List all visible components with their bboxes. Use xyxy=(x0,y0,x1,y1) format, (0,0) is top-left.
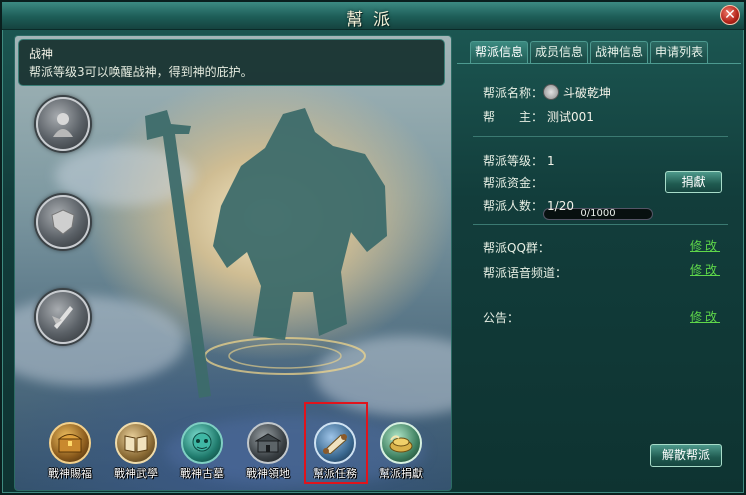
guild-leader-row: 帮 主： 测试001 xyxy=(483,108,594,125)
divider xyxy=(473,136,728,137)
war-god-martial-button[interactable]: 戰神武學 xyxy=(108,422,164,480)
guild-leader-label: 帮 主： xyxy=(483,110,544,124)
guild-level-row: 帮派等级： 1 xyxy=(483,152,555,169)
war-god-tomb-button[interactable]: 戰神古墓 xyxy=(174,422,230,480)
tomb-icon xyxy=(181,422,223,464)
donation-icon xyxy=(380,422,422,464)
donate-button[interactable]: 捐獻 xyxy=(665,171,722,193)
territory-icon xyxy=(247,422,289,464)
title-bar: 幫派 ✕ xyxy=(2,2,744,30)
selection-highlight xyxy=(304,402,368,484)
warrior-portrait-button[interactable] xyxy=(36,97,90,151)
tab-guild-info[interactable]: 帮派信息 xyxy=(470,41,529,63)
tab-application-list[interactable]: 申请列表 xyxy=(650,41,709,63)
bottom-icon-label: 戰神賜福 xyxy=(48,467,92,480)
bottom-icon-label: 戰神武學 xyxy=(114,467,158,480)
tab-war-god-info[interactable]: 战神信息 xyxy=(590,41,649,63)
war-god-blessing-button[interactable]: 戰神賜福 xyxy=(42,422,98,480)
guild-funds-row: 帮派资金： xyxy=(483,174,543,191)
blade-emblem-icon xyxy=(52,306,73,329)
shield-emblem-button[interactable] xyxy=(36,195,90,249)
guild-window: 幫派 ✕ 战神 帮派等级3可以唤醒战神，得到神的庇护。 戰神賜福 戰神武學 戰神… xyxy=(0,0,746,495)
shield-emblem-icon xyxy=(51,209,75,235)
tab-bar: 帮派信息 成员信息 战神信息 申请列表 xyxy=(470,41,709,63)
edit-qq-link[interactable]: 修改 xyxy=(690,237,720,254)
guild-funds-label: 帮派资金： xyxy=(483,176,544,190)
guild-members-row: 帮派人数： 1/20 xyxy=(483,197,574,214)
info-box: 战神 帮派等级3可以唤醒战神，得到神的庇护。 xyxy=(18,39,445,86)
guild-members-label: 帮派人数： xyxy=(483,199,544,213)
close-button[interactable]: ✕ xyxy=(720,5,740,25)
guild-voice-row: 帮派语音频道： xyxy=(483,264,567,281)
guild-name-row: 帮派名称： 斗破乾坤 xyxy=(483,84,611,101)
book-icon xyxy=(115,422,157,464)
guild-qq-label: 帮派QQ群： xyxy=(483,241,550,255)
disband-guild-button[interactable]: 解散帮派 xyxy=(650,444,722,467)
guild-notice-row: 公告： xyxy=(483,309,519,326)
edit-notice-link[interactable]: 修改 xyxy=(690,308,720,325)
bottom-icon-label: 幫派捐獻 xyxy=(379,467,423,480)
guild-level-value: 1 xyxy=(547,154,555,168)
guild-members-value: 1/20 xyxy=(547,199,574,213)
guild-qq-row: 帮派QQ群： xyxy=(483,239,550,256)
tab-member-info[interactable]: 成员信息 xyxy=(530,41,589,63)
blade-emblem-button[interactable] xyxy=(36,290,90,344)
info-description: 帮派等级3可以唤醒战神，得到神的庇护。 xyxy=(29,65,253,79)
edit-voice-link[interactable]: 修改 xyxy=(690,261,720,278)
warrior-portrait-icon xyxy=(53,113,73,137)
divider xyxy=(473,224,728,225)
guild-notice-label: 公告： xyxy=(483,311,520,325)
guild-info-panel: 帮派信息 成员信息 战神信息 申请列表 帮派名称： 斗破乾坤 帮 主： 测试001 … xyxy=(457,35,741,491)
guild-info-content: 帮派名称： 斗破乾坤 帮 主： 测试001 帮派等级： 1 帮派资金： 0/1000 … xyxy=(457,63,741,491)
bottom-icon-label: 戰神古墓 xyxy=(180,467,224,480)
war-god-territory-button[interactable]: 戰神領地 xyxy=(240,422,296,480)
guild-leader-value: 测试001 xyxy=(547,110,594,124)
info-title: 战神 xyxy=(29,47,54,61)
guild-level-label: 帮派等级： xyxy=(483,154,544,168)
guild-voice-label: 帮派语音频道： xyxy=(483,266,568,280)
guild-name-value: 斗破乾坤 xyxy=(563,86,612,100)
guild-emblem-icon xyxy=(543,84,560,100)
guild-donation-button[interactable]: 幫派捐獻 xyxy=(373,422,429,480)
window-title: 幫派 xyxy=(346,10,400,30)
treasure-chest-icon xyxy=(49,422,91,464)
guild-name-label: 帮派名称： xyxy=(483,86,544,100)
bottom-icon-label: 戰神領地 xyxy=(246,467,290,480)
